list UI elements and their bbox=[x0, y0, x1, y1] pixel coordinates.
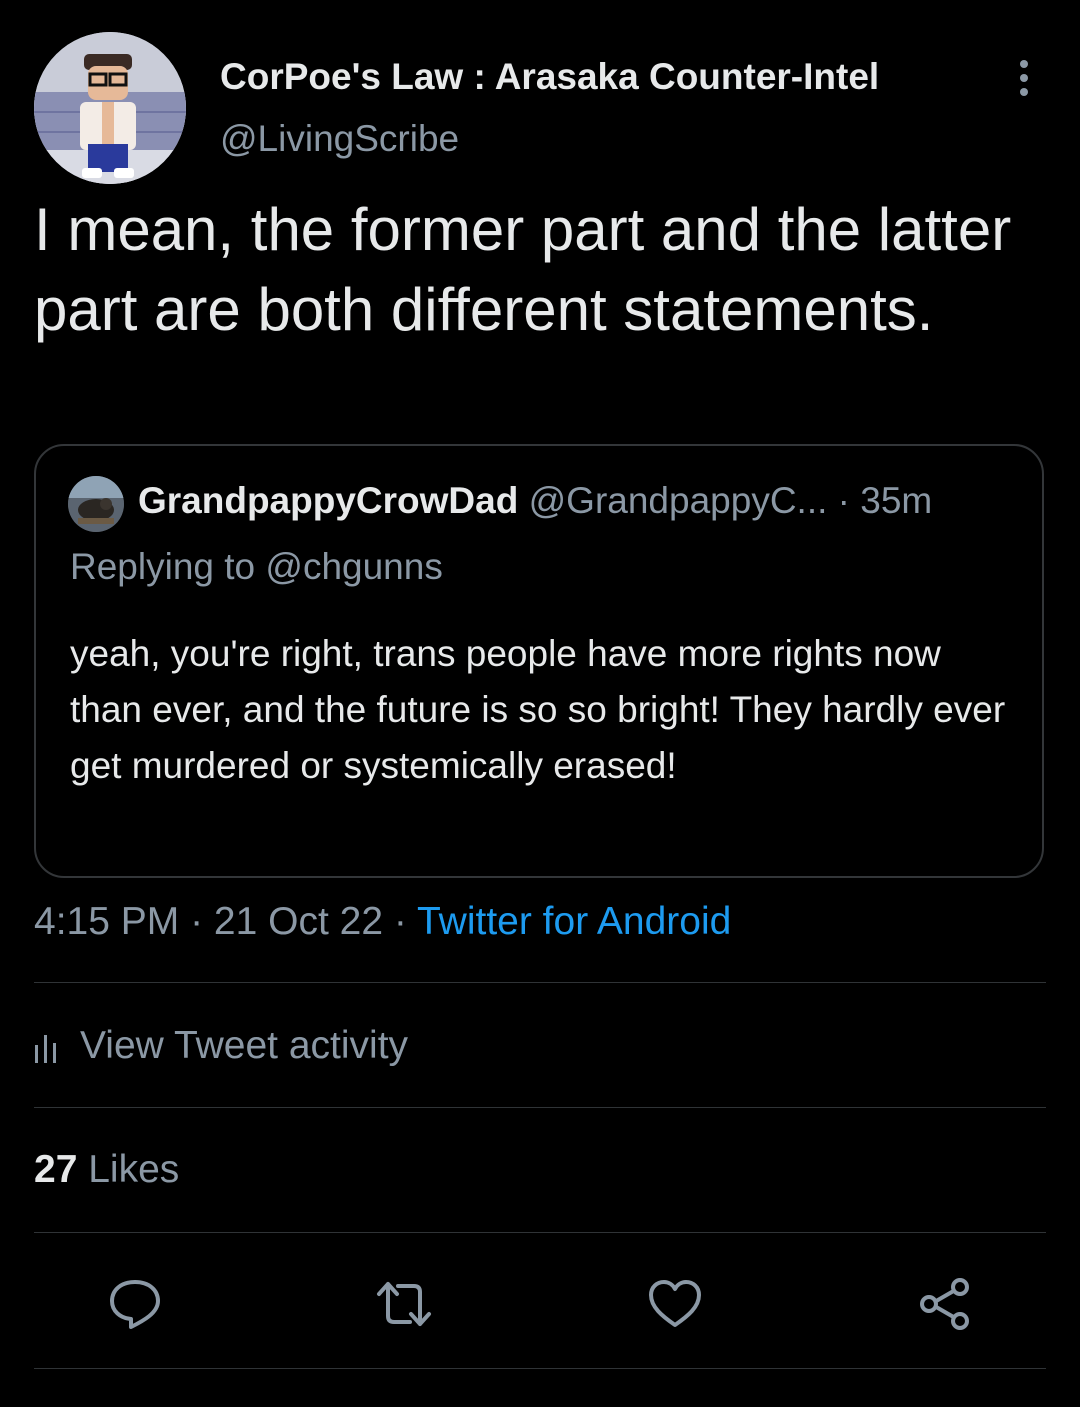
reply-button[interactable] bbox=[107, 1276, 163, 1332]
divider bbox=[34, 982, 1046, 983]
avatar-image bbox=[34, 32, 186, 184]
quoted-display-name: GrandpappyCrowDad bbox=[138, 480, 519, 521]
likes-stat[interactable]: 27 Likes bbox=[34, 1148, 179, 1192]
tweet-date: 21 Oct 22 bbox=[213, 900, 384, 943]
retweet-button[interactable] bbox=[376, 1276, 432, 1332]
tweet-meta: 4:15 PM · 21 Oct 22 · Twitter for Androi… bbox=[34, 900, 731, 944]
divider bbox=[34, 1232, 1046, 1233]
tweet-text: I mean, the former part and the latter p… bbox=[34, 196, 1012, 343]
meta-separator: · bbox=[393, 900, 417, 943]
divider bbox=[34, 1368, 1046, 1369]
tweet-time: 4:15 PM bbox=[34, 900, 180, 943]
quoted-time: 35m bbox=[860, 480, 933, 521]
meta-separator: · bbox=[190, 900, 214, 943]
quoted-avatar-image bbox=[68, 476, 124, 532]
quoted-text: yeah, you're right, trans people have mo… bbox=[70, 633, 1006, 786]
author-handle[interactable]: @LivingScribe bbox=[220, 118, 459, 160]
retweet-icon bbox=[377, 1282, 431, 1326]
quoted-tweet-card[interactable]: GrandpappyCrowDad @GrandpappyC... · 35m … bbox=[34, 444, 1044, 878]
heart-icon bbox=[649, 1280, 701, 1327]
author-display-name[interactable]: CorPoe's Law : Arasaka Counter-Intel bbox=[220, 56, 879, 98]
tweet-source-link[interactable]: Twitter for Android bbox=[417, 900, 731, 943]
share-button[interactable] bbox=[917, 1276, 973, 1332]
view-tweet-activity-button[interactable]: View Tweet activity bbox=[34, 1020, 408, 1072]
more-vertical-icon bbox=[1020, 60, 1028, 96]
quoted-separator: · bbox=[837, 480, 861, 521]
likes-label: Likes bbox=[88, 1148, 180, 1191]
divider bbox=[34, 1107, 1046, 1108]
quoted-header: GrandpappyCrowDad @GrandpappyC... · 35m bbox=[138, 480, 932, 522]
quoted-replying-to: Replying to @chgunns bbox=[70, 546, 443, 587]
view-tweet-activity-label: View Tweet activity bbox=[80, 1024, 409, 1067]
more-options-button[interactable] bbox=[1002, 56, 1046, 100]
quoted-avatar bbox=[68, 476, 124, 532]
reply-icon bbox=[110, 1280, 160, 1329]
author-avatar[interactable] bbox=[34, 32, 186, 184]
like-button[interactable] bbox=[647, 1276, 703, 1332]
share-icon bbox=[920, 1278, 969, 1330]
quoted-handle: @GrandpappyC... bbox=[528, 480, 828, 521]
likes-count: 27 bbox=[34, 1148, 78, 1191]
analytics-icon bbox=[35, 1035, 56, 1063]
